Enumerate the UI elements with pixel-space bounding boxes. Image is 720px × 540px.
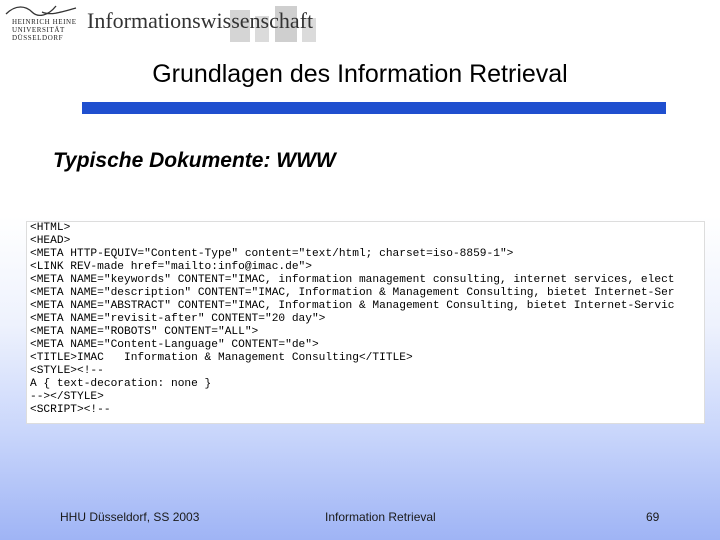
university-logo: HEINRICH HEINE UNIVERSITÄT DÜSSELDORF xyxy=(2,2,80,46)
code-line: --></STYLE> xyxy=(30,391,104,403)
code-line: <META NAME="ABSTRACT" CONTENT="IMAC, Inf… xyxy=(30,300,675,312)
slide-header: HEINRICH HEINE UNIVERSITÄT DÜSSELDORF In… xyxy=(0,0,720,48)
code-line: <META NAME="keywords" CONTENT="IMAC, inf… xyxy=(30,274,675,286)
code-line: <TITLE>IMAC Information & Management Con… xyxy=(30,352,413,364)
code-line: <META NAME="ROBOTS" CONTENT="ALL"> xyxy=(30,326,259,338)
institute-title: Informationswissenschaft xyxy=(87,8,314,33)
page-number: 69 xyxy=(646,510,660,524)
code-line: <STYLE><!-- xyxy=(30,365,104,377)
html-source-code: <HTML> <HEAD> <META HTTP-EQUIV="Content-… xyxy=(26,221,705,424)
code-line: <META HTTP-EQUIV="Content-Type" content=… xyxy=(30,248,514,260)
code-line: A { text-decoration: none } xyxy=(30,378,212,390)
footer-course: HHU Düsseldorf, SS 2003 xyxy=(60,510,200,524)
code-line: <SCRIPT><!-- xyxy=(30,404,111,416)
code-line: <LINK REV-made href="mailto:info@imac.de… xyxy=(30,261,312,273)
logo-text: HEINRICH HEINE UNIVERSITÄT DÜSSELDORF xyxy=(12,18,77,42)
slide-subtitle: Typische Dokumente: WWW xyxy=(53,149,336,172)
code-line: <HTML> xyxy=(30,222,71,234)
footer-topic: Information Retrieval xyxy=(325,510,436,524)
title-rule xyxy=(82,102,666,114)
code-line: <META NAME="revisit-after" CONTENT="20 d… xyxy=(30,313,326,325)
code-line: <META NAME="Content-Language" CONTENT="d… xyxy=(30,339,319,351)
code-line: <META NAME="description" CONTENT="IMAC, … xyxy=(30,287,675,299)
code-line: <HEAD> xyxy=(30,235,71,247)
slide-title: Grundlagen des Information Retrieval xyxy=(152,60,568,88)
